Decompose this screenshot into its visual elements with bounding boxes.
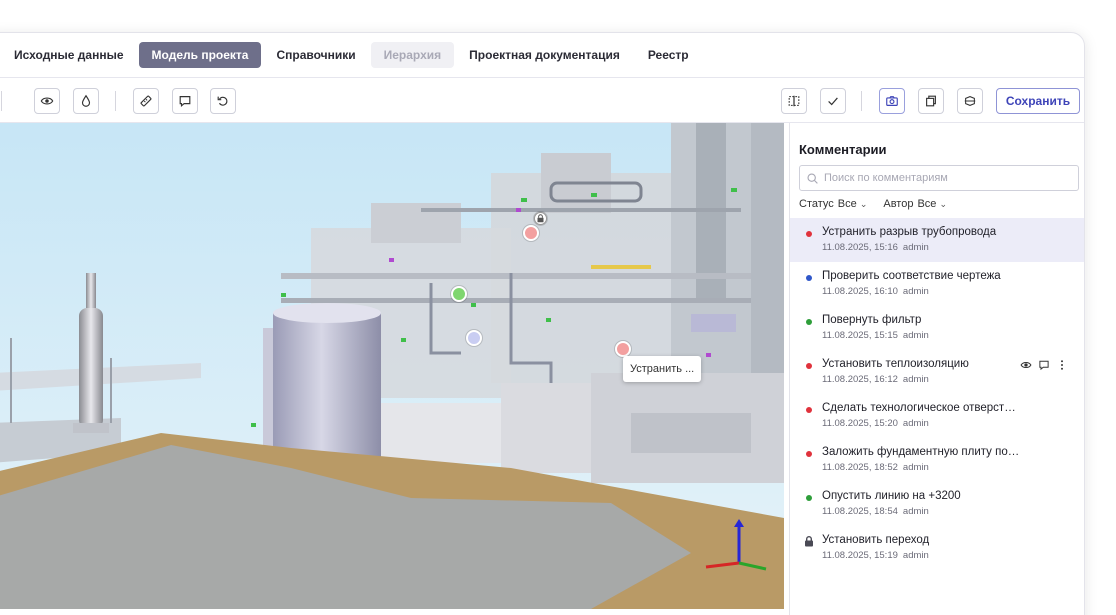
- comment-author: admin: [902, 462, 929, 473]
- ruler-icon: [140, 95, 152, 107]
- comment-author: admin: [902, 242, 929, 253]
- comment-author: admin: [902, 418, 929, 429]
- model-viewport[interactable]: Устранить ...: [0, 123, 784, 609]
- author-filter-label: Автор: [883, 198, 914, 210]
- comment-title: Сделать технологическое отверст…: [822, 402, 1016, 414]
- comment-date: 11.08.2025, 18:52: [822, 462, 898, 473]
- drop-icon: [81, 94, 91, 107]
- copy-icon: [926, 95, 936, 107]
- status-dot: [806, 495, 812, 501]
- comment-author: admin: [902, 550, 929, 561]
- author-filter-dropdown[interactable]: Все ⌄: [917, 198, 947, 210]
- eye-icon[interactable]: [1020, 359, 1032, 371]
- top-nav: Исходные данные Модель проекта Справочни…: [0, 33, 1084, 78]
- tab-references[interactable]: Справочники: [263, 42, 368, 68]
- toolbar-separator: [1, 91, 2, 111]
- comment-icon: [179, 96, 191, 108]
- comment-title: Заложить фундаментную плиту по…: [822, 446, 1020, 458]
- check-icon: [828, 97, 838, 106]
- search-input[interactable]: [824, 172, 1064, 184]
- comment-marker-red[interactable]: [523, 225, 539, 241]
- tab-registry[interactable]: Реестр: [635, 42, 702, 68]
- comment-author: admin: [902, 286, 929, 297]
- comment-author: admin: [902, 506, 929, 517]
- app-window: Исходные данные Модель проекта Справочни…: [0, 32, 1085, 615]
- comment-list: Устранить разрыв трубопровода 11.08.2025…: [790, 218, 1084, 570]
- confirm-button[interactable]: [820, 88, 846, 114]
- comment-item[interactable]: Проверить соответствие чертежа 11.08.202…: [790, 262, 1084, 306]
- split-view-icon: [788, 95, 800, 107]
- locked-marker[interactable]: [534, 212, 547, 225]
- toolbar-separator: [115, 91, 116, 111]
- tab-source-data[interactable]: Исходные данные: [1, 42, 137, 68]
- comment-date: 11.08.2025, 16:12: [822, 374, 898, 385]
- status-dot: [806, 231, 812, 237]
- comment-date: 11.08.2025, 18:54: [822, 506, 898, 517]
- screenshot-button[interactable]: [879, 88, 905, 114]
- comments-panel: Комментарии Статус Все ⌄ Автор Все ⌄ Уст…: [789, 123, 1084, 615]
- comment-date: 11.08.2025, 16:10: [822, 286, 898, 297]
- status-filter-dropdown[interactable]: Все ⌄: [838, 198, 868, 210]
- comment-item[interactable]: Установить теплоизоляцию 11.08.2025, 16:…: [790, 350, 1084, 394]
- viewer-toolbar: Сохранить: [0, 78, 1084, 123]
- status-dot: [806, 319, 812, 325]
- status-filter-label: Статус: [799, 198, 834, 210]
- camera-icon: [886, 96, 898, 106]
- comment-date: 11.08.2025, 15:16: [822, 242, 898, 253]
- add-comment-button[interactable]: [172, 88, 198, 114]
- comment-item[interactable]: Опустить линию на +3200 11.08.2025, 18:5…: [790, 482, 1084, 526]
- comment-date: 11.08.2025, 15:19: [822, 550, 898, 561]
- comment-author: admin: [902, 374, 929, 385]
- chevron-down-icon: ⌄: [939, 199, 948, 209]
- comment-item[interactable]: Установить переход 11.08.2025, 15:19 admi…: [790, 526, 1084, 570]
- section-box-icon: [964, 96, 976, 106]
- status-dot: [806, 363, 812, 369]
- tab-project-docs[interactable]: Проектная документация: [456, 42, 633, 68]
- marker-tooltip: Устранить ...: [623, 356, 702, 382]
- comment-actions: [1020, 359, 1068, 371]
- transparency-button[interactable]: [73, 88, 99, 114]
- undo-icon: [217, 96, 228, 106]
- chevron-down-icon: ⌄: [859, 199, 868, 209]
- comment-icon[interactable]: [1038, 359, 1050, 371]
- copy-button[interactable]: [918, 88, 944, 114]
- measure-button[interactable]: [133, 88, 159, 114]
- status-dot: [806, 451, 812, 457]
- save-button[interactable]: Сохранить: [996, 88, 1080, 114]
- comment-filters: Статус Все ⌄ Автор Все ⌄: [799, 198, 959, 210]
- eye-icon: [40, 97, 54, 105]
- comment-item[interactable]: Повернуть фильтр 11.08.2025, 15:15 admin: [790, 306, 1084, 350]
- comment-search[interactable]: [799, 165, 1079, 191]
- visibility-button[interactable]: [34, 88, 60, 114]
- comment-title: Повернуть фильтр: [822, 314, 922, 326]
- comment-title: Опустить линию на +3200: [822, 490, 961, 502]
- more-vertical-icon[interactable]: [1056, 359, 1068, 371]
- panel-title: Комментарии: [799, 142, 887, 157]
- comment-marker-blue[interactable]: [466, 330, 482, 346]
- comment-item[interactable]: Устранить разрыв трубопровода 11.08.2025…: [790, 218, 1084, 262]
- comment-date: 11.08.2025, 15:15: [822, 330, 898, 341]
- section-box-button[interactable]: [957, 88, 983, 114]
- toolbar-separator: [861, 91, 862, 111]
- tab-hierarchy: Иерархия: [370, 42, 455, 68]
- status-dot: [806, 407, 812, 413]
- comment-title: Проверить соответствие чертежа: [822, 270, 1001, 282]
- search-icon: [807, 172, 818, 184]
- lock-icon: [805, 536, 813, 547]
- comment-author: admin: [902, 330, 929, 341]
- comment-title: Устранить разрыв трубопровода: [822, 226, 997, 238]
- comment-item[interactable]: Заложить фундаментную плиту по… 11.08.20…: [790, 438, 1084, 482]
- comment-marker-green[interactable]: [451, 286, 467, 302]
- lock-icon: [537, 214, 544, 223]
- status-dot: [806, 275, 812, 281]
- comment-item[interactable]: Сделать технологическое отверст… 11.08.2…: [790, 394, 1084, 438]
- comment-title: Установить переход: [822, 534, 930, 546]
- comment-marker-red[interactable]: [615, 341, 631, 357]
- comment-title: Установить теплоизоляцию: [822, 358, 969, 370]
- split-view-button[interactable]: [781, 88, 807, 114]
- tab-project-model[interactable]: Модель проекта: [138, 42, 262, 68]
- reset-view-button[interactable]: [210, 88, 236, 114]
- comment-date: 11.08.2025, 15:20: [822, 418, 898, 429]
